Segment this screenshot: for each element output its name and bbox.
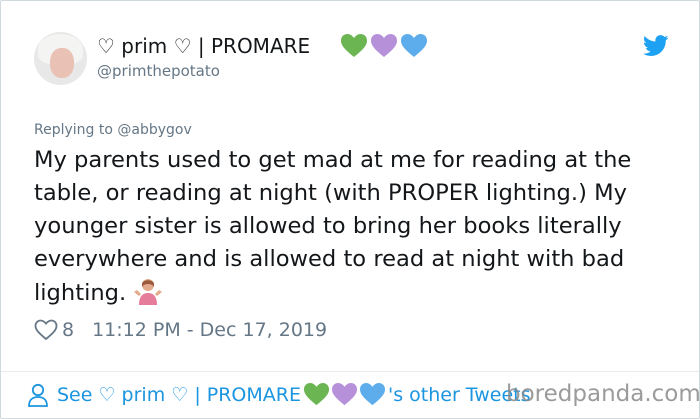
avatar-face: [50, 48, 74, 78]
footer-hearts: [303, 382, 386, 407]
blue-heart-icon: [401, 34, 427, 57]
tweet-text: My parents used to get mad at me for rea…: [34, 144, 684, 310]
green-heart-icon: [341, 34, 367, 57]
tweet-timestamp[interactable]: 11:12 PM - Dec 17, 2019: [92, 319, 327, 341]
avatar[interactable]: [34, 32, 87, 85]
like-count[interactable]: 8: [62, 319, 74, 341]
twitter-bird-icon[interactable]: [643, 35, 669, 57]
see-other-tweets-prefix[interactable]: See ♡ prim ♡ | PROMARE: [57, 384, 301, 406]
purple-heart-icon: [371, 34, 397, 57]
watermark: boredpanda.com: [506, 381, 700, 407]
name-hearts: [340, 33, 428, 59]
tweet-card: ♡ prim ♡ | PROMARE @primthepotato Replyi…: [0, 0, 700, 419]
display-name[interactable]: ♡ prim ♡ | PROMARE: [97, 34, 310, 58]
user-icon: [28, 383, 48, 407]
tweet-body: My parents used to get mad at me for rea…: [34, 147, 632, 306]
heart-outline-icon[interactable]: [34, 319, 58, 341]
user-handle[interactable]: @primthepotato: [97, 62, 220, 80]
blue-heart-icon: [359, 382, 385, 406]
tweet-meta: 8 11:12 PM - Dec 17, 2019: [34, 319, 327, 341]
green-heart-icon: [303, 382, 329, 406]
see-other-tweets-link[interactable]: See ♡ prim ♡ | PROMARE 's other Tweets: [27, 382, 531, 407]
person-shrugging-icon: [134, 279, 163, 305]
divider: [1, 371, 699, 372]
purple-heart-icon: [331, 382, 357, 406]
replying-to[interactable]: Replying to @abbygov: [34, 122, 192, 138]
